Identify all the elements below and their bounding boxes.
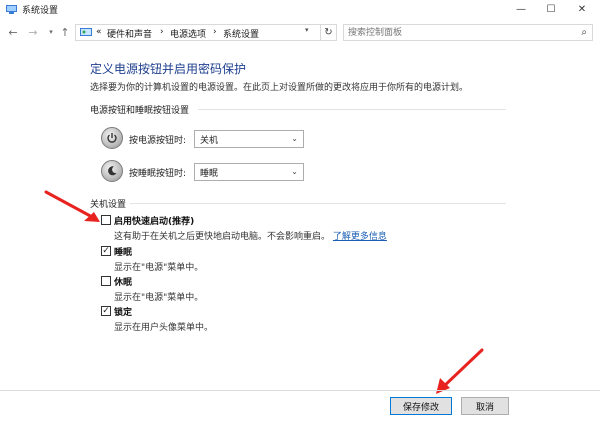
- sleep-button-select[interactable]: 睡眠 ⌄: [194, 163, 304, 181]
- sleep-checkbox[interactable]: ✓: [101, 246, 111, 256]
- recent-pages-chevron-icon[interactable]: ▾: [44, 24, 58, 40]
- breadcrumb-overflow[interactable]: «: [96, 27, 102, 37]
- maximize-button[interactable]: ☐: [536, 0, 566, 18]
- annotation-arrow-icon: [44, 190, 100, 222]
- save-changes-button[interactable]: 保存修改: [390, 397, 452, 415]
- sleep-description: 显示在"电源"菜单中。: [114, 263, 204, 273]
- sleep-button-select-value: 睡眠: [200, 169, 219, 179]
- fast-startup-checkbox[interactable]: [101, 215, 111, 225]
- refresh-icon[interactable]: ↻: [321, 24, 337, 41]
- lock-checkbox[interactable]: ✓: [101, 306, 111, 316]
- window-title: 系统设置: [22, 6, 59, 16]
- sleep-button-icon: [101, 160, 123, 182]
- title-bar: 系统设置 — ☐ ✕: [0, 0, 600, 18]
- search-input[interactable]: [348, 26, 568, 39]
- annotation-arrow-icon: [436, 348, 484, 394]
- hibernate-description: 显示在"电源"菜单中。: [114, 293, 204, 303]
- page-title: 定义电源按钮并启用密码保护: [90, 62, 247, 76]
- breadcrumb-hardware-sound[interactable]: 硬件和声音: [107, 27, 152, 40]
- section-divider: [130, 203, 506, 204]
- power-button-select-value: 关机: [200, 136, 219, 146]
- page-description: 选择要为你的计算机设置的电源设置。在此页上对设置所做的更改将应用于你所有的电源计…: [90, 83, 469, 93]
- chevron-down-icon: ⌄: [291, 134, 298, 143]
- sleep-label[interactable]: 睡眠: [114, 245, 132, 258]
- fast-startup-label[interactable]: 启用快速启动(推荐): [114, 214, 194, 227]
- control-panel-icon: [80, 28, 92, 36]
- forward-arrow-icon[interactable]: →: [26, 24, 40, 40]
- up-arrow-icon[interactable]: ↑: [58, 24, 72, 40]
- lock-label[interactable]: 锁定: [114, 305, 132, 318]
- minimize-button[interactable]: —: [506, 0, 536, 18]
- hibernate-label[interactable]: 休眠: [114, 275, 132, 288]
- breadcrumb-separator: ›: [213, 27, 217, 37]
- fast-startup-description: 这有助于在关机之后更快地启动电脑。不会影响重启。 了解更多信息: [114, 229, 387, 242]
- address-row: ← → ▾ ↑ « 硬件和声音 › 电源选项 › 系统设置 ▾ ↻ ⌕: [0, 22, 600, 42]
- search-icon[interactable]: ⌕: [581, 27, 587, 38]
- footer-divider: [0, 390, 600, 391]
- control-panel-icon: [6, 5, 17, 14]
- hibernate-checkbox[interactable]: [101, 276, 111, 286]
- sleep-button-label: 按睡眠按钮时:: [129, 169, 187, 179]
- power-button-label: 按电源按钮时:: [129, 136, 187, 146]
- close-button[interactable]: ✕: [567, 0, 597, 18]
- breadcrumb-power-options[interactable]: 电源选项: [170, 27, 206, 40]
- back-arrow-icon[interactable]: ←: [6, 24, 20, 40]
- breadcrumb-separator: ›: [160, 27, 164, 37]
- fast-startup-desc-text: 这有助于在关机之后更快地启动电脑。不会影响重启。: [114, 232, 331, 242]
- lock-description: 显示在用户头像菜单中。: [114, 323, 214, 333]
- breadcrumb-system-settings: 系统设置: [223, 30, 260, 40]
- section-divider: [198, 109, 506, 110]
- search-box[interactable]: ⌕: [343, 24, 593, 41]
- address-dropdown-chevron-icon[interactable]: ▾: [305, 26, 309, 34]
- power-button-icon: [101, 127, 123, 149]
- cancel-button[interactable]: 取消: [461, 397, 509, 415]
- chevron-down-icon: ⌄: [291, 167, 298, 176]
- power-section-label: 电源按钮和睡眠按钮设置: [90, 106, 190, 116]
- power-button-select[interactable]: 关机 ⌄: [194, 130, 304, 148]
- learn-more-link[interactable]: 了解更多信息: [333, 232, 387, 242]
- address-bar[interactable]: « 硬件和声音 › 电源选项 › 系统设置: [75, 24, 321, 41]
